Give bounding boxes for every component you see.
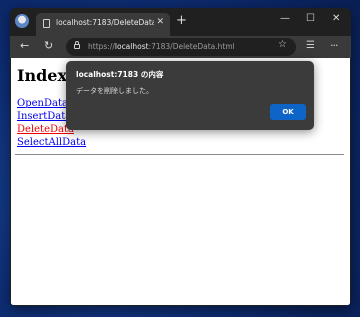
link-select-all-data[interactable]: SelectAllData	[17, 136, 86, 149]
favorites-icon[interactable]: ☰	[306, 40, 315, 51]
tab-title: localhost:7183/DeleteData.html	[56, 18, 154, 27]
lock-icon[interactable]	[74, 41, 80, 49]
dialog-message: データを削除しました。	[76, 87, 153, 95]
back-icon[interactable]: ←	[20, 40, 29, 52]
favorite-star-icon[interactable]: ☆	[278, 39, 287, 50]
tab-bar: localhost:7183/DeleteData.html ✕ + — ☐ ✕	[10, 8, 351, 36]
horizontal-rule	[15, 154, 344, 155]
address-bar[interactable]: https://localhost:7183/DeleteData.html	[66, 38, 296, 56]
maximize-icon[interactable]: ☐	[306, 13, 315, 25]
more-icon[interactable]: ···	[330, 39, 338, 52]
url-text[interactable]: https://localhost:7183/DeleteData.html	[88, 42, 235, 51]
close-window-icon[interactable]: ✕	[332, 13, 340, 25]
minimize-icon[interactable]: —	[280, 13, 290, 25]
dialog-title: localhost:7183 の内容	[76, 70, 164, 79]
tab-active[interactable]: localhost:7183/DeleteData.html ✕	[36, 13, 170, 36]
address-toolbar: ← ↻ https://localhost:7183/DeleteData.ht…	[10, 36, 351, 58]
refresh-icon[interactable]: ↻	[44, 40, 53, 52]
close-tab-icon[interactable]: ✕	[156, 17, 164, 27]
profile-icon[interactable]	[15, 14, 29, 28]
browser-window: localhost:7183/DeleteData.html ✕ + — ☐ ✕…	[10, 8, 351, 306]
page-title: Index	[17, 66, 68, 85]
ok-button[interactable]: OK	[270, 104, 306, 120]
new-tab-icon[interactable]: +	[176, 14, 187, 27]
page-icon	[43, 19, 50, 28]
alert-dialog: localhost:7183 の内容 データを削除しました。 OK	[66, 61, 314, 130]
